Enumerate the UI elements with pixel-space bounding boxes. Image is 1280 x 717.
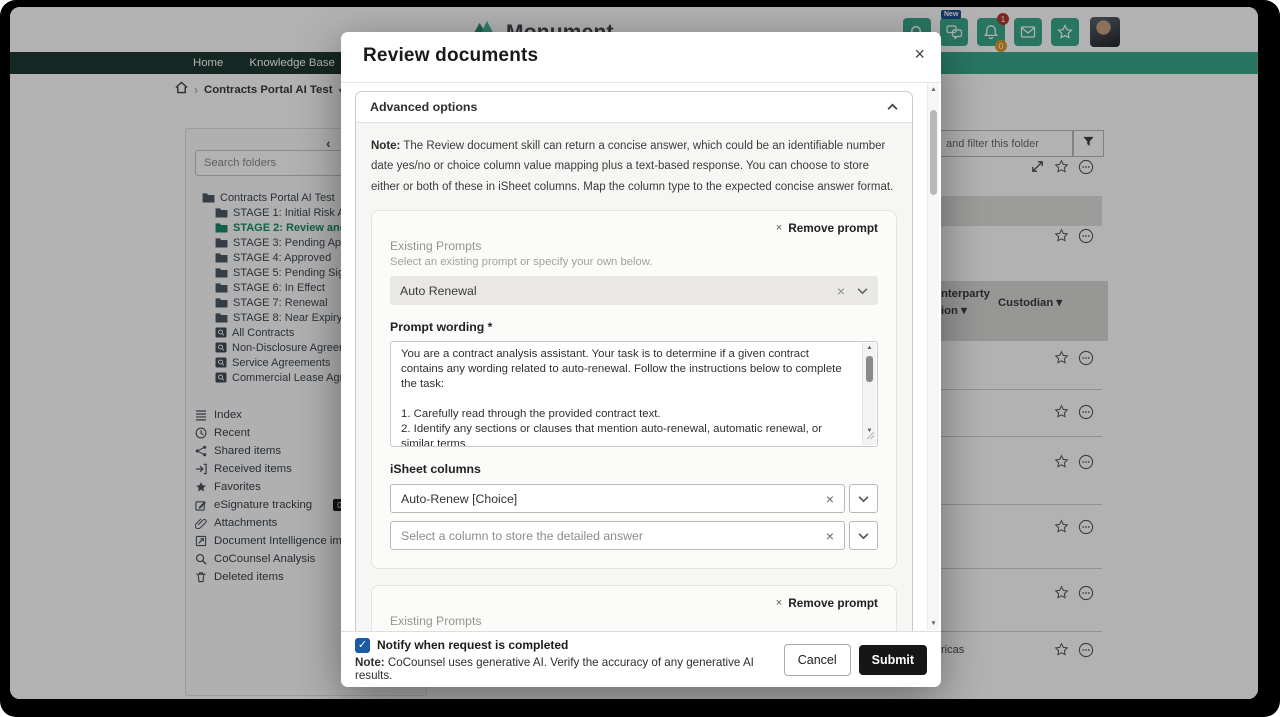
accordion-title: Advanced options xyxy=(370,100,477,114)
note-text: The Review document skill can return a c… xyxy=(371,140,893,193)
modal-scrollbar[interactable]: ▲ ▼ xyxy=(927,83,939,630)
existing-prompts-label: Existing Prompts xyxy=(390,239,878,253)
prompt-card-2: × Remove prompt Existing Prompts Select … xyxy=(371,585,897,631)
submit-button[interactable]: Submit xyxy=(859,645,927,675)
isheet-column-select-1: Auto-Renew [Choice] × xyxy=(390,484,878,513)
advanced-options-header[interactable]: Advanced options xyxy=(356,92,912,123)
review-documents-modal: Review documents × Advanced options Note… xyxy=(341,32,941,687)
column-placeholder: Select a column to store the detailed an… xyxy=(401,529,643,543)
chevron-down-icon[interactable] xyxy=(849,484,878,513)
column-select-field[interactable]: Auto-Renew [Choice] × xyxy=(390,484,845,513)
app-screen: Monument New10 HomeKnowledge BaseLega › … xyxy=(10,7,1258,699)
existing-prompts-help: Select an existing prompt or specify you… xyxy=(390,256,878,268)
footer-note-label: Note: xyxy=(355,656,385,669)
prompt-wording-label: Prompt wording * xyxy=(390,320,878,334)
modal-footer: ✓ Notify when request is completed Note:… xyxy=(341,631,941,687)
isheet-columns-label: iSheet columns xyxy=(390,462,878,476)
remove-prompt-label: Remove prompt xyxy=(788,596,878,610)
notify-label: Notify when request is completed xyxy=(377,638,568,652)
remove-prompt-button[interactable]: × Remove prompt xyxy=(390,215,878,237)
chevron-up-icon[interactable] xyxy=(887,98,898,116)
prompt-wording-textarea[interactable]: You are a contract analysis assistant. Y… xyxy=(390,341,878,447)
close-icon[interactable]: × xyxy=(914,44,925,65)
clear-icon[interactable]: × xyxy=(826,528,834,544)
column-select-field[interactable]: Select a column to store the detailed an… xyxy=(390,521,845,550)
scroll-up-icon[interactable]: ▲ xyxy=(928,86,939,93)
clear-icon[interactable]: × xyxy=(837,283,845,299)
scroll-up-icon[interactable]: ▲ xyxy=(863,345,876,351)
remove-x-icon: × xyxy=(776,222,782,234)
advanced-note: Note: The Review document skill can retu… xyxy=(371,136,897,197)
scroll-down-icon[interactable]: ▼ xyxy=(928,620,939,627)
remove-prompt-button[interactable]: × Remove prompt xyxy=(390,590,878,612)
resize-grip-icon[interactable] xyxy=(866,427,875,445)
footer-note: Note: CoCounsel uses generative AI. Veri… xyxy=(355,656,784,682)
remove-x-icon: × xyxy=(776,597,782,609)
chevron-down-icon[interactable] xyxy=(857,287,868,295)
remove-prompt-label: Remove prompt xyxy=(788,221,878,235)
notify-checkbox[interactable]: ✓ xyxy=(355,638,370,653)
modal-body: Advanced options Note: The Review docume… xyxy=(341,83,941,631)
footer-note-text: CoCounsel uses generative AI. Verify the… xyxy=(355,656,754,682)
existing-prompt-value: Auto Renewal xyxy=(400,284,477,298)
existing-prompts-label: Existing Prompts xyxy=(390,614,878,628)
cancel-button[interactable]: Cancel xyxy=(784,644,851,676)
window-frame: Monument New10 HomeKnowledge BaseLega › … xyxy=(0,0,1280,717)
advanced-options-accordion: Advanced options Note: The Review docume… xyxy=(355,91,913,631)
modal-title: Review documents xyxy=(363,45,538,67)
note-label: Note: xyxy=(371,140,400,152)
chevron-down-icon[interactable] xyxy=(849,521,878,550)
scrollbar-thumb[interactable] xyxy=(930,110,937,195)
clear-icon[interactable]: × xyxy=(826,491,834,507)
advanced-options-body: Note: The Review document skill can retu… xyxy=(356,123,912,631)
column-value: Auto-Renew [Choice] xyxy=(401,492,517,506)
prompt-wording-value: You are a contract analysis assistant. Y… xyxy=(401,347,853,447)
existing-prompt-select[interactable]: Auto Renewal × xyxy=(390,276,878,305)
isheet-column-select-2: Select a column to store the detailed an… xyxy=(390,521,878,550)
prompt-card-1: × Remove prompt Existing Prompts Select … xyxy=(371,210,897,569)
scrollbar-thumb[interactable] xyxy=(866,356,873,382)
